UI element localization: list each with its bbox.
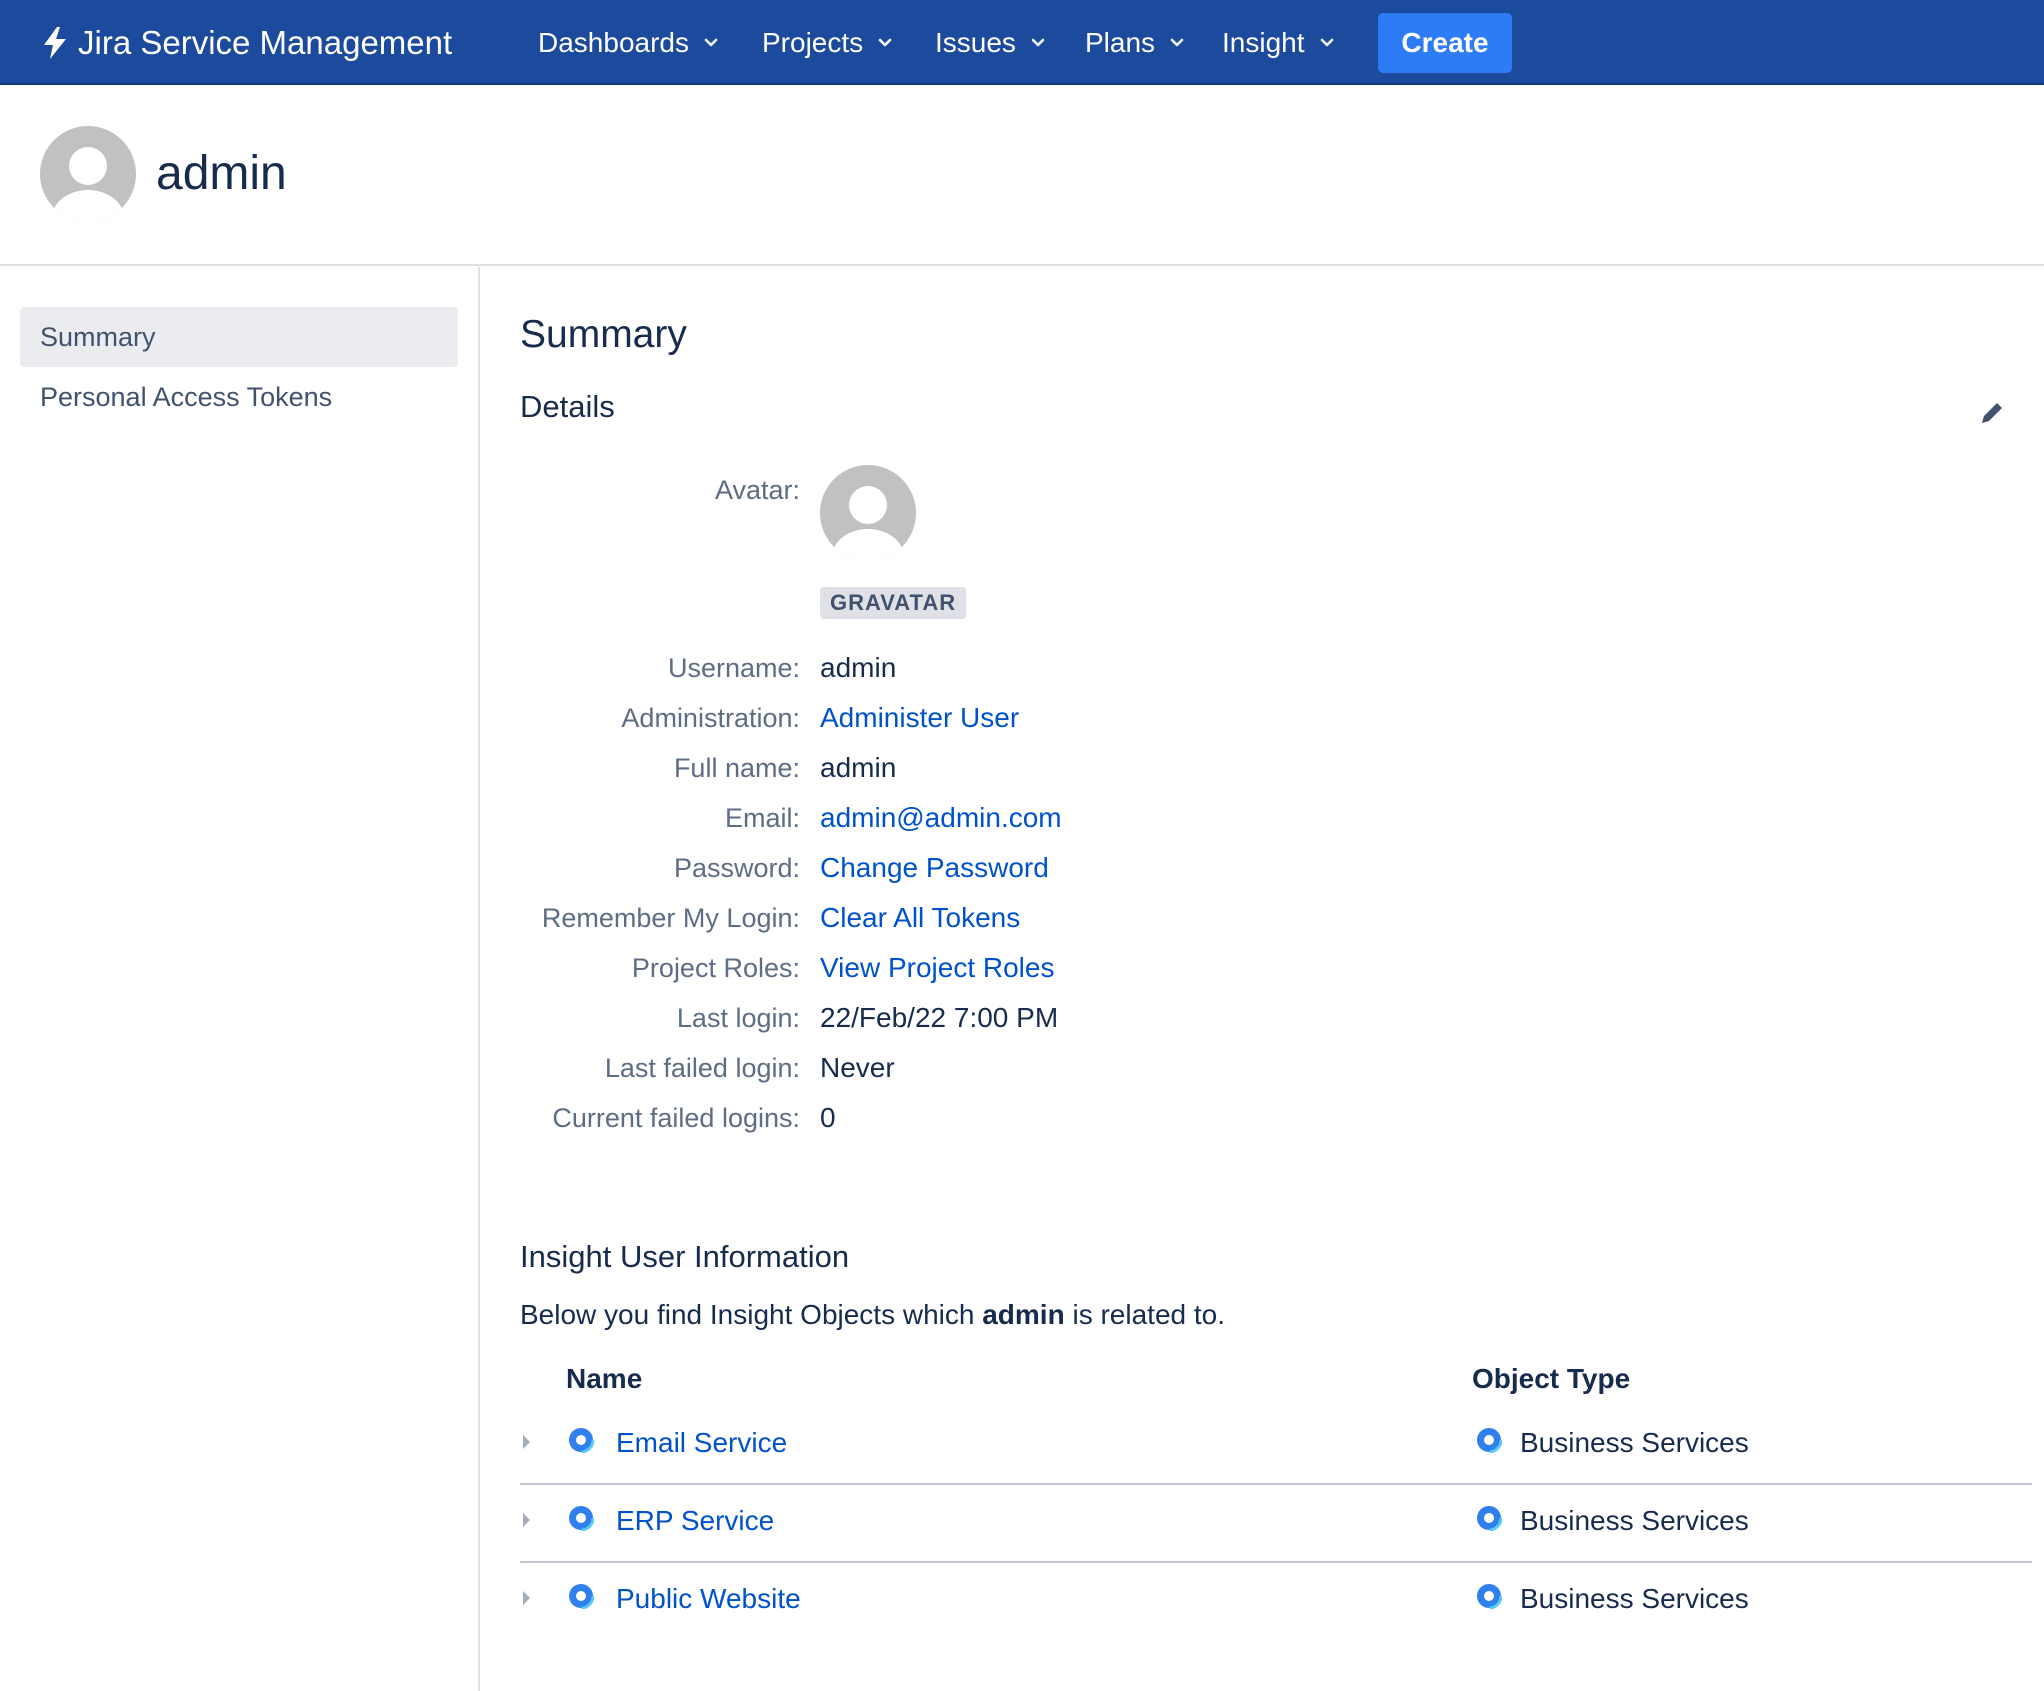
username-label: Username: xyxy=(667,653,800,683)
details-heading: Details xyxy=(520,389,615,424)
password-label: Password: xyxy=(673,853,800,883)
column-header-name: Name xyxy=(566,1363,643,1394)
nav-insight-label: Insight xyxy=(1222,26,1305,58)
object-type-icon xyxy=(1476,1427,1502,1453)
last-failed-login-value: Never xyxy=(820,1052,895,1083)
product-logo[interactable]: Jira Service Management xyxy=(40,0,452,85)
create-button[interactable]: Create xyxy=(1378,13,1512,73)
insight-description-suffix: is related to. xyxy=(1064,1299,1226,1330)
nav-plans[interactable]: Plans xyxy=(1085,0,1185,85)
sidebar-item-personal-access-tokens[interactable]: Personal Access Tokens xyxy=(20,367,458,427)
insight-object-link[interactable]: Public Website xyxy=(616,1583,801,1615)
insight-object-link[interactable]: Email Service xyxy=(616,1427,787,1459)
nav-insight[interactable]: Insight xyxy=(1222,0,1335,85)
lightning-bolt-icon xyxy=(44,26,66,59)
project-roles-label: Project Roles: xyxy=(631,953,800,983)
nav-issues-label: Issues xyxy=(935,26,1016,58)
chevron-down-icon xyxy=(1031,38,1045,46)
change-password-link[interactable]: Change Password xyxy=(820,852,1049,884)
chevron-down-icon xyxy=(1170,38,1184,46)
insight-object-icon xyxy=(568,1427,594,1453)
current-failed-logins-value: 0 xyxy=(820,1102,836,1133)
expand-caret-icon[interactable] xyxy=(522,1433,532,1451)
section-title: Summary xyxy=(520,313,687,356)
profile-header: admin xyxy=(0,86,2044,266)
username-value: admin xyxy=(820,652,897,683)
remember-login-label: Remember My Login: xyxy=(541,903,800,933)
last-login-value: 22/Feb/22 7:00 PM xyxy=(820,1002,1059,1033)
administration-label: Administration: xyxy=(621,703,800,733)
page-title: admin xyxy=(156,147,287,200)
avatar[interactable] xyxy=(40,126,136,222)
object-type-label: Business Services xyxy=(1520,1583,1749,1614)
nav-dashboards[interactable]: Dashboards xyxy=(538,0,719,85)
chevron-down-icon xyxy=(878,38,892,46)
email-link[interactable]: admin@admin.com xyxy=(820,802,1062,834)
insight-description: Below you find Insight Objects which adm… xyxy=(520,1299,1225,1331)
clear-all-tokens-link[interactable]: Clear All Tokens xyxy=(820,902,1020,934)
sidebar-item-summary[interactable]: Summary xyxy=(20,307,458,367)
last-login-label: Last login: xyxy=(676,1003,800,1033)
nav-issues[interactable]: Issues xyxy=(935,0,1046,85)
avatar[interactable] xyxy=(820,465,916,561)
product-name: Jira Service Management xyxy=(78,23,453,61)
gravatar-badge: GRAVATAR xyxy=(820,587,967,619)
view-project-roles-link[interactable]: View Project Roles xyxy=(820,952,1054,984)
nav-projects[interactable]: Projects xyxy=(762,0,893,85)
insight-description-user: admin xyxy=(982,1299,1065,1330)
object-type-icon xyxy=(1476,1583,1502,1609)
email-label: Email: xyxy=(724,803,800,833)
object-type-icon xyxy=(1476,1505,1502,1531)
expand-caret-icon[interactable] xyxy=(522,1589,532,1607)
profile-sidebar: Summary Personal Access Tokens xyxy=(0,267,480,1691)
avatar-label: Avatar: xyxy=(714,475,800,505)
table-row: ERP Service Business Services xyxy=(520,1485,2032,1563)
insight-object-icon xyxy=(568,1505,594,1531)
sidebar-item-label: Summary xyxy=(40,321,156,352)
table-row: Public Website Business Services xyxy=(520,1563,2032,1641)
insight-heading: Insight User Information xyxy=(520,1239,850,1274)
nav-dashboards-label: Dashboards xyxy=(538,26,689,58)
chevron-down-icon xyxy=(1320,38,1333,46)
object-type-label: Business Services xyxy=(1520,1427,1749,1458)
insight-object-icon xyxy=(568,1583,594,1609)
sidebar-item-label: Personal Access Tokens xyxy=(40,381,333,412)
full-name-label: Full name: xyxy=(673,753,800,783)
nav-projects-label: Projects xyxy=(762,26,864,58)
top-navigation-bar: Jira Service Management Dashboards Proje… xyxy=(0,0,2044,85)
last-failed-login-label: Last failed login: xyxy=(604,1053,800,1083)
chevron-down-icon xyxy=(704,38,718,46)
object-type-label: Business Services xyxy=(1520,1505,1749,1536)
current-failed-logins-label: Current failed logins: xyxy=(552,1103,800,1133)
column-header-object-type: Object Type xyxy=(1472,1363,1631,1394)
nav-plans-label: Plans xyxy=(1085,26,1156,58)
expand-caret-icon[interactable] xyxy=(522,1511,532,1529)
administer-user-link[interactable]: Administer User xyxy=(820,702,1019,734)
insight-description-prefix: Below you find Insight Objects which xyxy=(520,1299,983,1330)
table-row: Email Service Business Services xyxy=(520,1407,2032,1485)
insight-object-link[interactable]: ERP Service xyxy=(616,1505,774,1537)
full-name-value: admin xyxy=(820,752,897,783)
pencil-icon[interactable] xyxy=(1976,397,2008,429)
